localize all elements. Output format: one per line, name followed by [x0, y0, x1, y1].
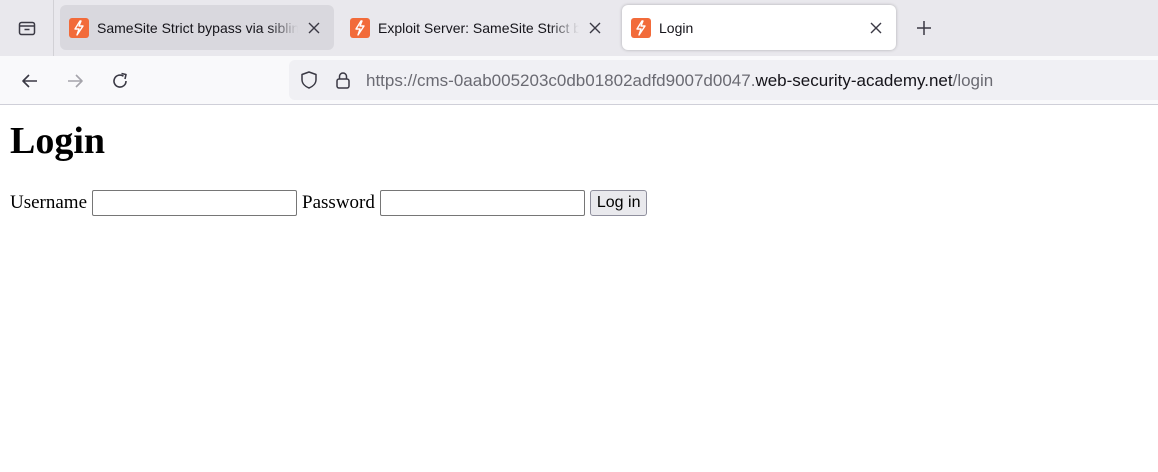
username-label: Username [10, 192, 88, 213]
tab-manager-icon [18, 21, 35, 36]
tab-title: Exploit Server: SameSite Strict bypass v… [378, 19, 579, 36]
back-button[interactable] [15, 66, 45, 96]
shield-icon[interactable] [299, 70, 319, 90]
new-tab-button[interactable] [910, 14, 938, 42]
tab-strip: SameSite Strict bypass via sibling domai… [0, 0, 1158, 56]
back-arrow-icon [22, 74, 37, 88]
url-text[interactable]: https://cms-0aab005203c0db01802adfd9007d… [366, 71, 993, 91]
lock-icon[interactable] [333, 70, 353, 90]
url-prefix: https://cms-0aab005203c0db01802adfd9007d… [366, 71, 756, 90]
lightning-bolt-favicon [69, 17, 89, 38]
close-icon[interactable] [304, 18, 324, 38]
page-content: Login Username Password Log in [0, 106, 1158, 472]
tab-title: Login [659, 19, 694, 36]
forward-arrow-icon [68, 74, 83, 88]
login-button[interactable]: Log in [589, 190, 648, 216]
password-label: Password [302, 192, 375, 213]
login-form: Username Password Log in [10, 190, 648, 216]
lightning-bolt-favicon [631, 17, 651, 38]
lightning-bolt-favicon [350, 17, 370, 38]
close-icon[interactable] [866, 18, 886, 38]
close-icon[interactable] [585, 18, 605, 38]
address-bar[interactable]: https://cms-0aab005203c0db01802adfd9007d… [289, 60, 1158, 100]
tab-title: SameSite Strict bypass via sibling domai… [97, 19, 298, 36]
reload-button[interactable] [105, 66, 135, 96]
tab-exploit-server[interactable]: Exploit Server: SameSite Strict bypass v… [341, 5, 615, 50]
url-host: web-security-academy.net [755, 71, 953, 90]
tab-samesite-bypass[interactable]: SameSite Strict bypass via sibling domai… [60, 5, 334, 50]
tab-login[interactable]: Login [622, 5, 896, 50]
tab-manager-button[interactable] [0, 0, 54, 56]
plus-icon [917, 21, 931, 35]
password-field[interactable] [379, 190, 585, 216]
reload-icon [113, 72, 127, 88]
username-field[interactable] [92, 190, 298, 216]
page-title: Login [10, 120, 106, 162]
url-path: /login [952, 71, 994, 90]
forward-button[interactable] [60, 66, 90, 96]
navigation-toolbar: https://cms-0aab005203c0db01802adfd9007d… [0, 56, 1158, 105]
